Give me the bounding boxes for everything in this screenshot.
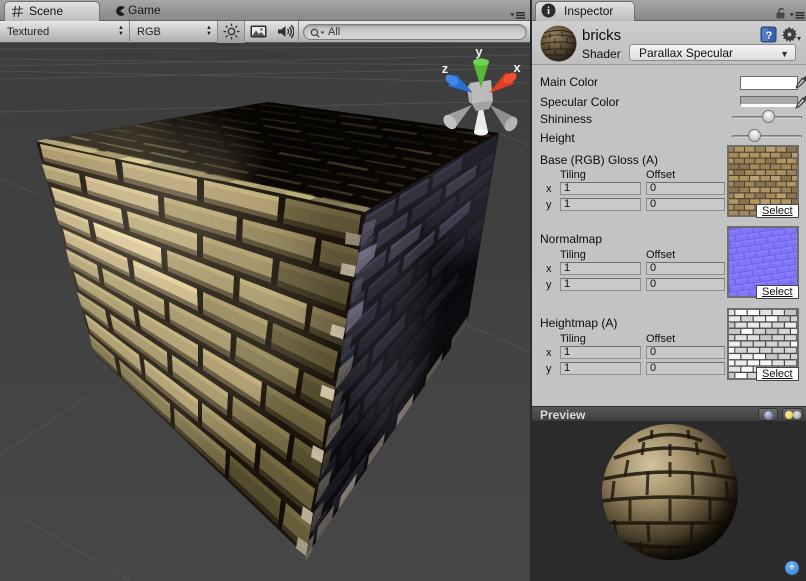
- svg-text:x: x: [513, 60, 521, 75]
- svg-text:y: y: [475, 44, 483, 59]
- svg-text:?: ?: [766, 30, 773, 42]
- svg-text:i: i: [547, 6, 550, 17]
- svg-text:z: z: [442, 61, 449, 76]
